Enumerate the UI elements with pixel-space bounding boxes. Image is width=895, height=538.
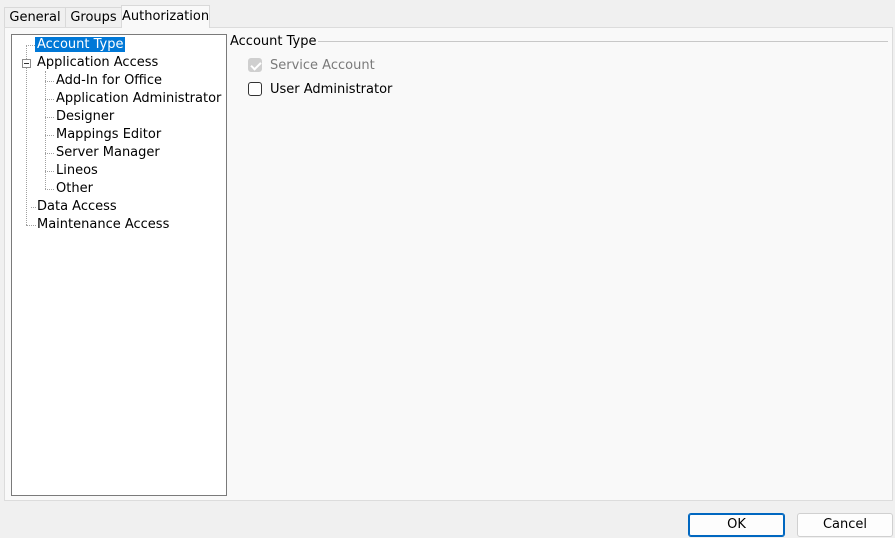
tree-item-label: Other xyxy=(56,181,93,196)
tree-item-label: Add-In for Office xyxy=(56,73,163,88)
tree-item-lineos[interactable]: Lineos xyxy=(56,162,98,179)
user-administrator-checkbox[interactable] xyxy=(248,82,262,96)
group-divider xyxy=(318,41,888,42)
tab-groups[interactable]: Groups xyxy=(65,7,122,27)
cancel-button-label: Cancel xyxy=(822,517,868,532)
tree-connector xyxy=(45,81,54,82)
user-administrator-label[interactable]: User Administrator xyxy=(270,81,392,99)
tree-item-label: Lineos xyxy=(56,163,98,178)
tree-connector xyxy=(45,135,54,136)
service-account-checkbox xyxy=(248,58,262,72)
tree-connector xyxy=(45,171,54,172)
cancel-button[interactable]: Cancel xyxy=(797,513,893,537)
tab-authorization[interactable]: Authorization xyxy=(121,5,210,28)
tree-item-add-in-for-office[interactable]: Add-In for Office xyxy=(56,72,162,89)
account-type-group-title: Account Type xyxy=(230,34,317,49)
tree-item-label: Application Administrator xyxy=(56,91,222,106)
tree-item-mappings-editor[interactable]: Mappings Editor xyxy=(56,126,161,143)
tree-connector xyxy=(26,225,36,226)
authorization-tree[interactable]: Account Type Application Access Add-In f… xyxy=(11,34,227,496)
tree-item-label: Application Access xyxy=(37,55,159,70)
ok-button-label: OK xyxy=(727,517,746,532)
tab-groups-label: Groups xyxy=(70,10,117,25)
tree-connector xyxy=(45,99,54,100)
tree-item-other[interactable]: Other xyxy=(56,180,93,197)
tree-item-label: Server Manager xyxy=(56,145,160,160)
collapse-icon[interactable] xyxy=(22,59,31,68)
tab-general-label: General xyxy=(9,10,61,25)
tree-item-label: Data Access xyxy=(37,199,117,214)
tree-connector xyxy=(26,45,35,46)
tree-item-account-type[interactable]: Account Type xyxy=(35,36,126,53)
tree-item-server-manager[interactable]: Server Manager xyxy=(56,144,160,161)
tree-connector xyxy=(26,45,27,225)
service-account-label: Service Account xyxy=(270,58,375,73)
tree-item-label: Maintenance Access xyxy=(37,217,170,232)
tab-authorization-label: Authorization xyxy=(122,9,210,24)
tree-connector xyxy=(45,189,54,190)
tree-item-application-administrator[interactable]: Application Administrator xyxy=(56,90,221,107)
tree-item-data-access[interactable]: Data Access xyxy=(37,198,117,215)
tree-item-application-access[interactable]: Application Access xyxy=(37,54,158,71)
tab-general[interactable]: General xyxy=(4,7,66,27)
tree-connector xyxy=(45,117,54,118)
tree-item-designer[interactable]: Designer xyxy=(56,108,114,125)
tree-item-label: Account Type xyxy=(35,37,126,52)
tree-item-label: Designer xyxy=(56,109,115,124)
tree-connector xyxy=(31,207,36,208)
tree-connector xyxy=(45,153,54,154)
tree-item-label: Mappings Editor xyxy=(56,127,162,142)
ok-button[interactable]: OK xyxy=(688,513,785,537)
tree-item-maintenance-access[interactable]: Maintenance Access xyxy=(37,216,169,233)
